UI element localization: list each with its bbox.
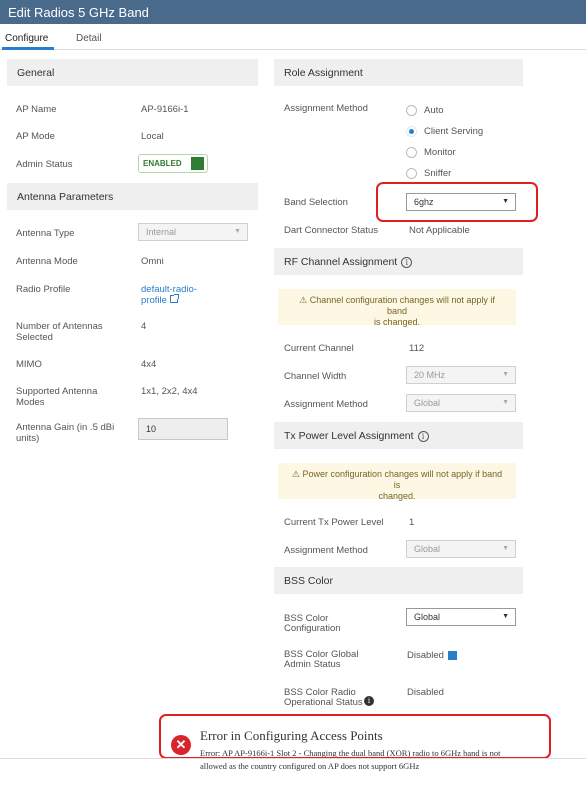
tab-configure[interactable]: Configure xyxy=(5,33,48,44)
tx-power-heading: Tx Power Level Assignment xyxy=(284,430,414,442)
section-tx-power: Tx Power Level Assignment i xyxy=(274,422,523,449)
channel-width-value: 20 MHz xyxy=(414,370,446,380)
radio-auto-label[interactable]: Auto xyxy=(424,105,444,116)
antenna-type-select[interactable]: Internal ▼ xyxy=(138,223,248,241)
external-link-icon[interactable] xyxy=(447,650,457,660)
tab-bar: Configure Detail xyxy=(0,28,586,50)
ap-mode-label: AP Mode xyxy=(16,131,55,142)
number-of-antennas-label-2: Selected xyxy=(16,332,53,343)
chevron-down-icon: ▼ xyxy=(234,228,241,235)
bss-admin-status: Disabled xyxy=(407,650,457,661)
admin-status-toggle[interactable]: ENABLED xyxy=(138,154,208,173)
modal-title: Edit Radios 5 GHz Band xyxy=(0,0,586,24)
antenna-gain-value: 10 xyxy=(146,424,157,434)
section-antenna-parameters: Antenna Parameters xyxy=(7,183,258,210)
bss-color-config-label-2: Configuration xyxy=(284,623,341,634)
bss-admin-status-value: Disabled xyxy=(407,650,444,661)
current-tx-power-label: Current Tx Power Level xyxy=(284,517,384,528)
antenna-type-value: Internal xyxy=(146,227,177,237)
current-tx-power-value: 1 xyxy=(409,517,415,528)
section-role-assignment: Role Assignment xyxy=(274,59,523,86)
number-of-antennas-label: Number of Antennas xyxy=(16,321,103,332)
toggle-knob xyxy=(191,157,204,170)
radio-client-serving[interactable] xyxy=(406,126,417,137)
footer-divider xyxy=(0,758,586,759)
channel-width-label: Channel Width xyxy=(284,371,347,382)
rf-channel-heading: RF Channel Assignment xyxy=(284,256,398,268)
ap-name-label: AP Name xyxy=(16,104,57,115)
bss-color-config-value: Global xyxy=(414,612,441,622)
chevron-down-icon: ▼ xyxy=(502,399,509,406)
section-rf-channel-assignment: RF Channel Assignment i xyxy=(274,248,523,275)
chevron-down-icon: ▼ xyxy=(502,545,509,552)
rf-channel-warning: ⚠ Channel configuration changes will not… xyxy=(278,289,516,327)
rf-warning-line2: is changed. xyxy=(373,317,421,327)
radio-sniffer[interactable] xyxy=(406,168,417,179)
supported-modes-label: Supported Antenna xyxy=(16,386,98,397)
info-icon[interactable]: i xyxy=(364,696,374,706)
radio-profile-link[interactable]: profile xyxy=(141,294,179,306)
antenna-gain-label: Antenna Gain (in .5 dBi xyxy=(16,422,115,433)
rf-assignment-method-value: Global xyxy=(414,398,441,408)
info-icon[interactable]: i xyxy=(401,256,413,268)
ap-mode-value: Local xyxy=(141,131,164,142)
tx-assignment-method-select[interactable]: Global ▼ xyxy=(406,540,516,558)
radio-profile-link-line2: profile xyxy=(141,295,167,306)
rf-assignment-method-label: Assignment Method xyxy=(284,399,368,410)
antenna-gain-label-2: units) xyxy=(16,433,40,444)
dart-connector-label: Dart Connector Status xyxy=(284,225,378,236)
ap-name-value: AP-9166i-1 xyxy=(141,104,189,115)
supported-modes-value: 1x1, 2x2, 4x4 xyxy=(141,386,198,397)
warning-icon: ⚠ xyxy=(299,295,308,305)
current-channel-label: Current Channel xyxy=(284,343,354,354)
supported-modes-label-2: Modes xyxy=(16,397,45,408)
role-assignment-method-label: Assignment Method xyxy=(284,103,368,114)
channel-width-select[interactable]: 20 MHz ▼ xyxy=(406,366,516,384)
chevron-down-icon: ▼ xyxy=(502,613,509,620)
radio-auto[interactable] xyxy=(406,105,417,116)
antenna-gain-input[interactable]: 10 xyxy=(138,418,228,440)
external-link-icon xyxy=(169,294,179,303)
bss-color-config-select[interactable]: Global ▼ xyxy=(406,608,516,626)
band-selection-highlight xyxy=(376,182,538,222)
section-bss-color: BSS Color xyxy=(274,567,523,594)
radio-profile-label: Radio Profile xyxy=(16,284,71,295)
info-icon[interactable]: i xyxy=(417,430,429,442)
bss-oper-status-label-2: Operational Status xyxy=(284,697,363,708)
tx-assignment-method-value: Global xyxy=(414,544,441,554)
number-of-antennas-value: 4 xyxy=(141,321,147,332)
admin-status-label: Admin Status xyxy=(16,159,73,170)
antenna-mode-value: Omni xyxy=(141,256,164,267)
tab-detail[interactable]: Detail xyxy=(76,33,102,44)
active-tab-indicator xyxy=(2,47,54,50)
current-channel-value: 112 xyxy=(409,343,425,354)
section-general: General xyxy=(7,59,258,86)
tx-assignment-method-label: Assignment Method xyxy=(284,545,368,556)
tx-power-warning: ⚠ Power configuration changes will not a… xyxy=(278,463,516,501)
error-toast-highlight xyxy=(159,714,551,759)
chevron-down-icon: ▼ xyxy=(502,371,509,378)
radio-monitor[interactable] xyxy=(406,147,417,158)
tx-warning-line2: changed. xyxy=(378,491,416,501)
radio-client-serving-label[interactable]: Client Serving xyxy=(424,126,483,137)
bss-oper-status-value: Disabled xyxy=(407,687,444,698)
mimo-label: MIMO xyxy=(16,359,42,370)
radio-monitor-label[interactable]: Monitor xyxy=(424,147,456,158)
warning-icon: ⚠ xyxy=(291,469,300,479)
antenna-type-label: Antenna Type xyxy=(16,228,75,239)
radio-profile-link-line1[interactable]: default-radio- xyxy=(141,284,197,295)
mimo-value: 4x4 xyxy=(141,359,157,370)
radio-sniffer-label[interactable]: Sniffer xyxy=(424,168,451,179)
admin-status-value: ENABLED xyxy=(143,159,182,168)
band-selection-label: Band Selection xyxy=(284,197,348,208)
error-message-line2: allowed as the country configured on AP … xyxy=(200,761,420,771)
tx-warning-line1: Power configuration changes will not app… xyxy=(302,469,503,490)
antenna-mode-label: Antenna Mode xyxy=(16,256,78,267)
rf-warning-line1: Channel configuration changes will not a… xyxy=(309,295,495,316)
rf-assignment-method-select[interactable]: Global ▼ xyxy=(406,394,516,412)
dart-connector-value: Not Applicable xyxy=(409,225,470,236)
bss-admin-status-label-2: Admin Status xyxy=(284,659,341,670)
